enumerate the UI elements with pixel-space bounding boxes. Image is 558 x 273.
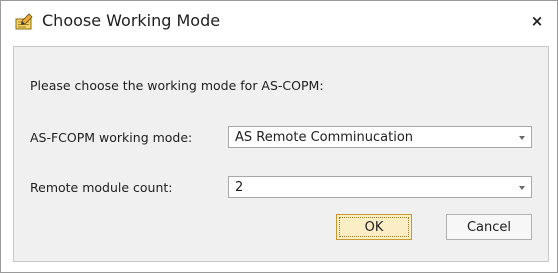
close-button[interactable]: × (523, 9, 551, 33)
prompt-text: Please choose the working mode for AS-CO… (30, 78, 324, 93)
edit-document-icon (14, 13, 34, 31)
dialog-title: Choose Working Mode (42, 11, 221, 30)
module-count-value: 2 (235, 180, 244, 195)
working-mode-select[interactable]: AS Remote Comminucation (228, 126, 532, 148)
cancel-button[interactable]: Cancel (446, 214, 532, 240)
cancel-button-label: Cancel (466, 219, 512, 235)
ok-button-label: OK (364, 219, 384, 235)
choose-working-mode-dialog: Choose Working Mode × Please choose the … (0, 0, 558, 273)
chevron-down-icon[interactable] (519, 136, 525, 140)
title-bar[interactable]: Choose Working Mode × (1, 1, 557, 41)
working-mode-value: AS Remote Comminucation (235, 130, 414, 145)
module-count-label: Remote module count: (30, 180, 173, 195)
working-mode-label: AS-FCOPM working mode: (30, 130, 193, 145)
module-count-select[interactable]: 2 (228, 176, 532, 198)
ok-button[interactable]: OK (336, 214, 412, 240)
chevron-down-icon[interactable] (519, 186, 525, 190)
dialog-content: Please choose the working mode for AS-CO… (13, 46, 549, 262)
